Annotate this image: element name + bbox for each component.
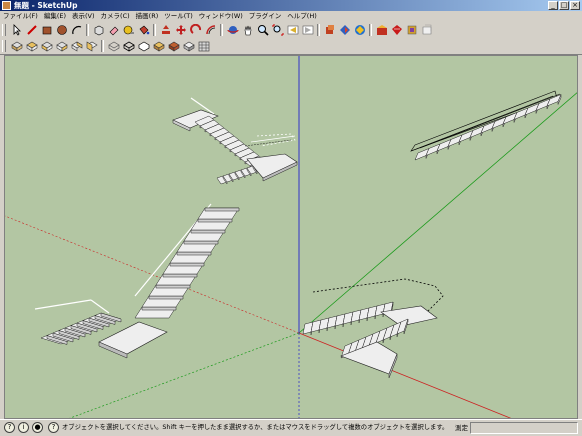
window-title: 無題 - SketchUp (14, 1, 78, 10)
geo-location-icon[interactable]: ? (4, 422, 15, 433)
ruby-console-icon[interactable] (390, 24, 403, 37)
toolbar-grip[interactable] (2, 40, 6, 52)
measurements-input[interactable] (470, 422, 578, 434)
toolbar-separator (153, 24, 156, 36)
next-view-icon[interactable] (301, 24, 314, 37)
status-message: オブジェクトを選択してください。Shift キーを押したまま選択するか、またはマ… (62, 424, 449, 431)
green-axis (298, 92, 577, 334)
stair-riser (155, 284, 191, 289)
rectangle-icon[interactable] (40, 24, 53, 37)
maximize-button[interactable]: □ (559, 1, 569, 10)
help-icon[interactable]: ? (48, 422, 59, 433)
shaded-style-icon[interactable] (152, 40, 165, 53)
stair-riser (197, 218, 233, 223)
window-controls: _ □ × (548, 1, 580, 10)
user-icon[interactable]: ● (32, 422, 43, 433)
red-axis (298, 332, 512, 418)
offset-icon[interactable] (204, 24, 217, 37)
back-view-icon[interactable] (70, 40, 83, 53)
close-button[interactable]: × (570, 1, 580, 10)
orbit-icon[interactable] (226, 24, 239, 37)
stair-model-4[interactable] (302, 278, 444, 379)
toolbar-separator (220, 24, 223, 36)
stair-riser (176, 251, 212, 256)
front-view-icon[interactable] (40, 40, 53, 53)
menu-view[interactable]: 表示(V) (69, 11, 98, 22)
stair-riser (148, 295, 184, 300)
stair-riser (204, 207, 240, 212)
zoom-icon[interactable] (256, 24, 269, 37)
sketchup-app-icon[interactable] (2, 1, 11, 10)
stair-riser (169, 262, 205, 267)
menu-plugins[interactable]: プラグイン (246, 11, 285, 22)
plugin-a-icon[interactable] (405, 24, 418, 37)
main-toolbar (0, 22, 582, 39)
menu-bar: ファイル(F) 編集(E) 表示(V) カメラ(C) 描画(R) ツール(T) … (0, 11, 582, 22)
menu-draw[interactable]: 描画(R) (133, 11, 162, 22)
textured-style-icon[interactable] (167, 40, 180, 53)
paint-bucket-icon[interactable] (137, 24, 150, 37)
share-model-icon[interactable] (338, 24, 351, 37)
stair-riser (162, 273, 198, 278)
stair-riser (183, 240, 219, 245)
make-component-icon[interactable] (92, 24, 105, 37)
stair-riser (190, 229, 226, 234)
status-bar: ? i ● ? オブジェクトを選択してください。Shift キーを押したまま選択… (0, 419, 582, 436)
menu-tools[interactable]: ツール(T) (161, 11, 196, 22)
right-view-icon[interactable] (55, 40, 68, 53)
minimize-button[interactable]: _ (548, 1, 558, 10)
pan-icon[interactable] (241, 24, 254, 37)
sandbox-icon[interactable] (197, 40, 210, 53)
wireframe-style-icon[interactable] (122, 40, 135, 53)
photo-textures-icon[interactable] (353, 24, 366, 37)
menu-window[interactable]: ウィンドウ(W) (196, 11, 246, 22)
get-models-icon[interactable] (323, 24, 336, 37)
previous-view-icon[interactable] (286, 24, 299, 37)
tape-measure-icon[interactable] (122, 24, 135, 37)
drawing-viewport[interactable] (4, 55, 578, 419)
zoom-extents-icon[interactable] (271, 24, 284, 37)
hidden-line-style-icon[interactable] (137, 40, 150, 53)
toolbar-separator (369, 24, 372, 36)
left-view-icon[interactable] (85, 40, 98, 53)
line-icon[interactable] (25, 24, 38, 37)
eraser-icon[interactable] (107, 24, 120, 37)
views-toolbar (0, 38, 582, 55)
toolbar-grip[interactable] (2, 24, 6, 36)
move-icon[interactable] (174, 24, 187, 37)
credits-icon[interactable]: i (18, 422, 29, 433)
stair-model-3[interactable] (34, 203, 240, 359)
stair-riser (141, 306, 177, 311)
toolbar-separator (317, 24, 320, 36)
title-bar: 無題 - SketchUp _ □ × (0, 0, 582, 11)
toolbar-separator (101, 40, 104, 52)
stair-model-1[interactable] (172, 97, 298, 185)
measurements-label: 測定 (455, 424, 468, 432)
extension-warehouse-icon[interactable] (375, 24, 388, 37)
push-pull-icon[interactable] (159, 24, 172, 37)
rotate-icon[interactable] (189, 24, 202, 37)
plugin-b-icon[interactable] (420, 24, 433, 37)
menu-help[interactable]: ヘルプ(H) (284, 11, 319, 22)
monochrome-style-icon[interactable] (182, 40, 195, 53)
model-canvas[interactable] (5, 56, 578, 419)
menu-camera[interactable]: カメラ(C) (98, 11, 133, 22)
iso-view-icon[interactable] (10, 40, 23, 53)
toolbar-separator (86, 24, 89, 36)
select-icon[interactable] (10, 24, 23, 37)
menu-file[interactable]: ファイル(F) (0, 11, 41, 22)
top-view-icon[interactable] (25, 40, 38, 53)
menu-edit[interactable]: 編集(E) (41, 11, 69, 22)
circle-icon[interactable] (55, 24, 68, 37)
arc-icon[interactable] (70, 24, 83, 37)
xray-style-icon[interactable] (107, 40, 120, 53)
